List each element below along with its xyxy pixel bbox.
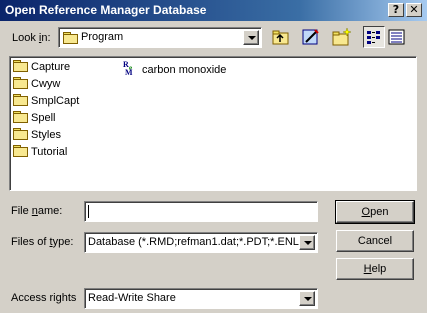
folder-icon [13, 60, 28, 72]
window-title: Open Reference Manager Database [5, 3, 207, 17]
file-type-value: Database (*.RMD;refman1.dat;*.PDT;*.ENL) [88, 236, 303, 248]
access-rights-value: Read-Write Share [88, 292, 176, 304]
folder-icon [63, 32, 81, 45]
list-item[interactable]: Capture [13, 60, 79, 77]
open-button[interactable]: Open [335, 200, 415, 224]
look-in-combo[interactable]: Program [58, 27, 262, 48]
up-folder-icon [272, 30, 289, 45]
help-button[interactable]: Help [336, 258, 414, 280]
details-view-icon [388, 29, 405, 45]
list-item[interactable]: Spell [13, 111, 79, 128]
folder-icon [13, 111, 28, 123]
file-type-label: Files of type: [11, 236, 74, 248]
look-in-value: Program [81, 31, 124, 43]
create-new-folder-button[interactable] [331, 26, 353, 48]
list-item[interactable]: Tutorial [13, 145, 79, 162]
search-web-button[interactable] [300, 26, 322, 48]
close-title-button[interactable]: ✕ [406, 3, 422, 17]
wand-icon [302, 29, 319, 45]
file-type-combo[interactable]: Database (*.RMD;refman1.dat;*.PDT;*.ENL) [84, 232, 318, 253]
folder-icon [13, 94, 28, 106]
file-list[interactable]: Capture Cwyw SmplCapt Spell Styles Tutor… [9, 56, 417, 191]
svg-text:M: M [125, 68, 133, 76]
up-one-level-button[interactable] [270, 26, 292, 48]
list-item[interactable]: Cwyw [13, 77, 79, 94]
look-in-dropdown-arrow[interactable] [243, 30, 259, 45]
file-type-dropdown-arrow[interactable] [299, 235, 315, 250]
new-folder-icon [332, 27, 352, 46]
refman-database-icon: R e M [123, 60, 133, 77]
details-view-button[interactable] [386, 26, 408, 48]
look-in-label: Look in: [12, 32, 51, 44]
list-item[interactable]: Styles [13, 128, 79, 145]
file-name-input[interactable] [84, 201, 318, 222]
file-name-label: File name: [11, 205, 63, 217]
folder-icon [13, 128, 28, 140]
access-rights-dropdown-arrow[interactable] [299, 291, 315, 306]
list-view-icon [367, 31, 380, 44]
list-item[interactable]: SmplCapt [13, 94, 79, 111]
folder-icon [13, 145, 28, 157]
text-cursor [88, 205, 89, 218]
help-title-button[interactable]: ? [388, 3, 404, 17]
access-rights-combo[interactable]: Read-Write Share [84, 288, 318, 309]
folder-column: Capture Cwyw SmplCapt Spell Styles Tutor… [13, 60, 79, 162]
folder-icon [13, 77, 28, 89]
list-view-button[interactable] [363, 26, 385, 48]
title-bar[interactable]: Open Reference Manager Database ? ✕ [0, 0, 427, 21]
database-file-item[interactable]: R e M carbon monoxide [123, 60, 226, 77]
access-rights-label: Access rights [11, 292, 77, 304]
cancel-button[interactable]: Cancel [336, 230, 414, 252]
